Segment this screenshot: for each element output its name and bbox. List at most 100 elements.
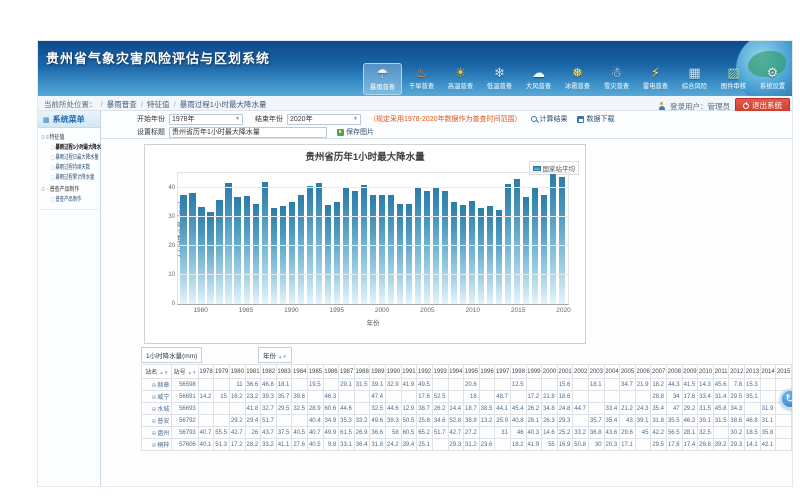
nav-item-high-temp[interactable]: ☀高温普查 (441, 63, 480, 95)
measure-chip[interactable]: 1小时降水量(mm) (141, 347, 202, 363)
table-row[interactable]: ⊕桐梓5760640.151.317.228.233.241.127.640.5… (142, 439, 792, 451)
col-header-year-1987[interactable]: 1987 (339, 365, 355, 379)
col-header-year-2011[interactable]: 2011 (713, 365, 729, 379)
nav-item-comprehensive-risk[interactable]: ▦综合风险 (675, 63, 714, 95)
download-button[interactable]: 数据下载 (577, 114, 614, 124)
expand-icon[interactable]: ⊕ (151, 443, 156, 449)
value-cell: 29.3 (557, 415, 573, 427)
calculate-button[interactable]: 计算结果 (531, 114, 567, 124)
nav-item-rainstorm[interactable]: ☂暴雨普查 (363, 63, 402, 95)
expand-icon[interactable]: ⊕ (151, 407, 156, 413)
col-header-year-1994[interactable]: 1994 (448, 365, 464, 379)
breadcrumb-link[interactable]: 暴雨普查 (107, 100, 137, 109)
nav-item-drought[interactable]: ♨干旱普查 (402, 63, 441, 95)
sidebar-item[interactable]: ▢普查产品制作 (51, 195, 86, 205)
col-header-year-2005[interactable]: 2005 (620, 365, 636, 379)
col-header-year-1988[interactable]: 1988 (354, 365, 370, 379)
value-cell: 30 (588, 439, 604, 451)
col-header-year-1998[interactable]: 1998 (510, 365, 526, 379)
col-header-year-1990[interactable]: 1990 (386, 365, 402, 379)
col-header-year-1991[interactable]: 1991 (401, 365, 417, 379)
tree-toggle-icon[interactable]: ⊙ (41, 187, 45, 193)
col-header-year-1995[interactable]: 1995 (464, 365, 480, 379)
nav-item-lightning[interactable]: ⚡雷电普查 (636, 63, 675, 95)
col-header-year-2013[interactable]: 2013 (745, 365, 761, 379)
bar-1986 (253, 204, 259, 304)
col-header-year-1985[interactable]: 1985 (308, 365, 324, 379)
value-cell: 29.5 (651, 439, 667, 451)
col-header-year-1982[interactable]: 1982 (261, 365, 277, 379)
sort-icons[interactable]: ▲▼ (159, 370, 168, 375)
col-header-year-2010[interactable]: 2010 (698, 365, 714, 379)
col-header-station-name[interactable]: 站名▲▼ (142, 365, 172, 379)
bar-1978 (180, 195, 186, 304)
table-row[interactable]: ⊕威宁5669114.21516.223.239.335.739.646.347… (142, 391, 792, 403)
nav-item-snow[interactable]: ☃雪灾普查 (597, 63, 636, 95)
value-cell: 29.5 (729, 391, 745, 403)
breadcrumb-link[interactable]: 特征值 (147, 100, 170, 109)
sort-icons[interactable]: ▲▼ (188, 370, 197, 375)
value-cell: 32.5 (370, 403, 386, 415)
floating-refresh-button[interactable]: ↻ (780, 389, 793, 409)
year-sort-chip[interactable]: 年份▲▼ (258, 347, 292, 363)
expand-icon[interactable]: ⊕ (151, 431, 156, 437)
sidebar-item[interactable]: ▢暴雨过程日最大降水量 (51, 153, 86, 163)
col-header-year-1997[interactable]: 1997 (495, 365, 511, 379)
col-header-year-1986[interactable]: 1986 (323, 365, 339, 379)
expand-icon[interactable]: ⊕ (151, 383, 156, 389)
nav-item-map-review[interactable]: ▨图件审核 (714, 63, 753, 95)
value-cell: 31.8 (370, 439, 386, 451)
table-row[interactable]: ⊕普安5679229.229.451.740.434.935.333.249.6… (142, 415, 792, 427)
col-header-year-2004[interactable]: 2004 (604, 365, 620, 379)
nav-item-gale[interactable]: ☁大风普查 (519, 63, 558, 95)
breadcrumb-link[interactable]: 暴雨过程1小时最大降水量 (180, 100, 267, 109)
col-header-year-2000[interactable]: 2000 (542, 365, 558, 379)
chart-title-label: 设置标题 (137, 127, 165, 137)
nav-item-low-temp[interactable]: ❄低温普查 (480, 63, 519, 95)
col-header-year-1983[interactable]: 1983 (276, 365, 292, 379)
chart-title-input[interactable]: 贵州省历年1小时最大降水量 (169, 127, 327, 138)
sidebar-item[interactable]: ▢暴雨过程持续天数 (51, 163, 86, 173)
col-header-year-2014[interactable]: 2014 (760, 365, 776, 379)
tree-toggle-icon[interactable]: ⊙ (41, 135, 45, 141)
col-header-year-1992[interactable]: 1992 (417, 365, 433, 379)
sort-icons[interactable]: ▲▼ (278, 354, 287, 359)
tree-group-1[interactable]: ⊙◔普查产品制作 (41, 185, 89, 195)
col-header-year-2006[interactable]: 2006 (635, 365, 651, 379)
sidebar-item[interactable]: ▢暴雨过程累计降水量 (51, 173, 86, 183)
nav-item-hail[interactable]: ❅冰雹普查 (558, 63, 597, 95)
sidebar-item[interactable]: ▢暴雨过程1小时最大降水量 (51, 143, 86, 153)
expand-icon[interactable]: ⊕ (151, 395, 156, 401)
table-row[interactable]: ⊕水城5669341.832.729.532.528.960.644.632.5… (142, 403, 792, 415)
tree-group-0[interactable]: ⊙≡特征值 (41, 133, 89, 143)
value-cell: 20.6 (464, 379, 480, 391)
col-header-year-2008[interactable]: 2008 (667, 365, 683, 379)
table-row[interactable]: ⊕赫章565981136.646.818.119.529.131.539.132… (142, 379, 792, 391)
nav-item-system-settings[interactable]: ⚙系统设置 (753, 63, 792, 95)
col-header-year-1999[interactable]: 1999 (526, 365, 542, 379)
col-header-year-1981[interactable]: 1981 (245, 365, 261, 379)
col-header-year-1980[interactable]: 1980 (229, 365, 245, 379)
col-header-year-1978[interactable]: 1978 (198, 365, 214, 379)
expand-icon[interactable]: ⊕ (151, 419, 156, 425)
col-header-year-1989[interactable]: 1989 (370, 365, 386, 379)
document-icon: ▢ (51, 155, 55, 161)
save-image-button[interactable]: 保存图片 (337, 127, 374, 137)
col-header-year-2003[interactable]: 2003 (588, 365, 604, 379)
col-header-year-2007[interactable]: 2007 (651, 365, 667, 379)
col-header-year-2015[interactable]: 2015 (776, 365, 792, 379)
value-cell: 33.4 (604, 403, 620, 415)
col-header-year-2001[interactable]: 2001 (557, 365, 573, 379)
bar-1999 (370, 195, 376, 304)
end-year-select[interactable]: 2020年▼ (287, 114, 361, 125)
col-header-year-1996[interactable]: 1996 (479, 365, 495, 379)
col-header-year-1984[interactable]: 1984 (292, 365, 308, 379)
start-year-select[interactable]: 1978年▼ (169, 114, 243, 125)
col-header-year-1993[interactable]: 1993 (432, 365, 448, 379)
table-row[interactable]: ⊕盘州5679340.755.542.72643.737.540.540.749… (142, 427, 792, 439)
col-header-year-2002[interactable]: 2002 (573, 365, 589, 379)
col-header-year-2012[interactable]: 2012 (729, 365, 745, 379)
col-header-year-2009[interactable]: 2009 (682, 365, 698, 379)
col-header-year-1979[interactable]: 1979 (214, 365, 230, 379)
col-header-station-id[interactable]: 站号▲▼ (172, 365, 198, 379)
